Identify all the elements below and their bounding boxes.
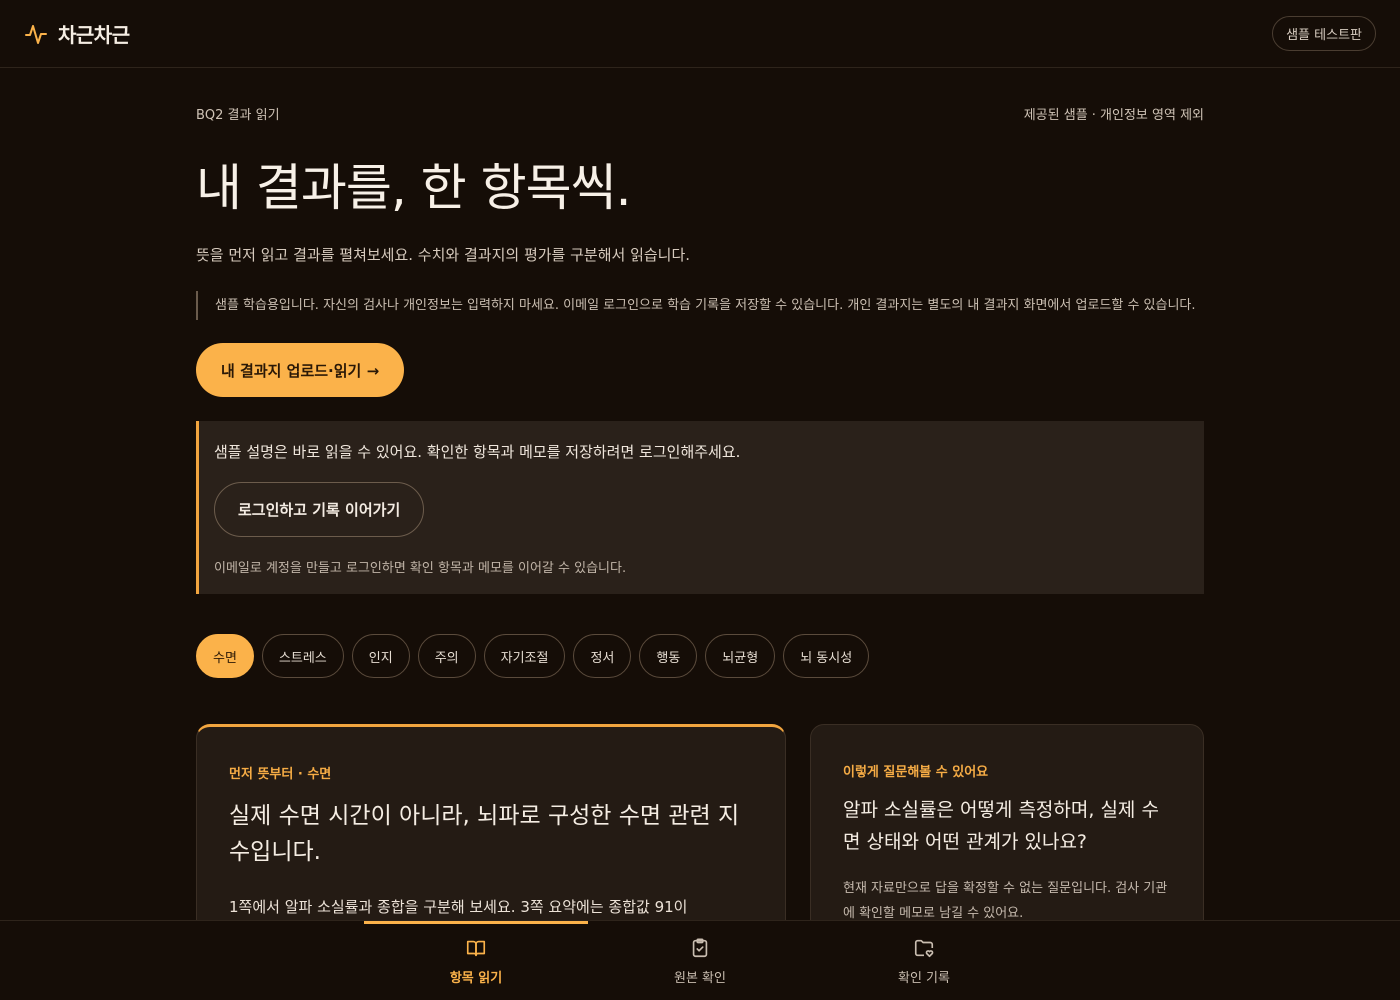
tab-self-regulation[interactable]: 자기조절 bbox=[483, 634, 566, 678]
nav-item-source[interactable]: 원본 확인 bbox=[588, 921, 812, 1000]
meta-note: 제공된 샘플 · 개인정보 영역 제외 bbox=[1023, 108, 1204, 123]
login-button[interactable]: 로그인하고 기록 이어가기 bbox=[214, 482, 425, 537]
item-card-body: 1쪽에서 알파 소실률과 종합을 구분해 보세요. 3쪽 요약에는 종합값 91… bbox=[229, 898, 688, 916]
tab-sleep[interactable]: 수면 bbox=[196, 634, 254, 678]
question-card-eyebrow: 이렇게 질문해볼 수 있어요 bbox=[843, 765, 989, 780]
tab-brain-synchrony[interactable]: 뇌 동시성 bbox=[783, 634, 870, 678]
clipboard-check-icon bbox=[689, 937, 711, 959]
tab-stress[interactable]: 스트레스 bbox=[261, 634, 344, 678]
meta-row: BQ2 결과 읽기 제공된 샘플 · 개인정보 영역 제외 bbox=[196, 104, 1204, 123]
item-card-title: 실제 수면 시간이 아니라, 뇌파로 구성한 수면 관련 지수입니다. bbox=[229, 803, 740, 865]
folder-heart-icon bbox=[913, 937, 935, 959]
login-callout: 샘플 설명은 바로 읽을 수 있어요. 확인한 항목과 메모를 저장하려면 로그… bbox=[196, 421, 1204, 594]
nav-item-label: 항목 읽기 bbox=[449, 970, 503, 986]
tab-attention[interactable]: 주의 bbox=[417, 634, 476, 678]
brand[interactable]: 차근차근 bbox=[24, 19, 130, 48]
tab-behavior[interactable]: 행동 bbox=[639, 634, 698, 678]
bottom-nav: 항목 읽기 원본 확인 확인 기록 bbox=[0, 920, 1400, 1000]
brand-name: 차근차근 bbox=[58, 23, 130, 47]
tab-brain-balance[interactable]: 뇌균형 bbox=[705, 634, 776, 678]
page-subtitle: 뜻을 먼저 읽고 결과를 펼쳐보세요. 수치와 결과지의 평가를 구분해서 읽습… bbox=[196, 246, 691, 264]
tab-emotion[interactable]: 정서 bbox=[573, 634, 632, 678]
question-card-title: 알파 소실률은 어떻게 측정하며, 실제 수면 상태와 어떤 관계가 있나요? bbox=[843, 799, 1159, 853]
breadcrumb: BQ2 결과 읽기 bbox=[196, 108, 280, 123]
login-note: 이메일로 계정을 만들고 로그인하면 확인 항목과 메모를 이어갈 수 있습니다… bbox=[214, 561, 627, 576]
upload-result-button[interactable]: 내 결과지 업로드·읽기 → bbox=[196, 343, 405, 397]
book-icon bbox=[465, 937, 487, 959]
nav-item-history[interactable]: 확인 기록 bbox=[812, 921, 1036, 1000]
page-title: 내 결과를, 한 항목씩. bbox=[196, 159, 631, 217]
tab-cognition[interactable]: 인지 bbox=[351, 634, 410, 678]
pulse-icon bbox=[24, 22, 48, 46]
nav-item-label: 확인 기록 bbox=[898, 970, 950, 986]
top-bar: 차근차근 샘플 테스트판 bbox=[0, 0, 1400, 68]
privacy-notice: 샘플 학습용입니다. 자신의 검사나 개인정보는 입력하지 마세요. 이메일 로… bbox=[196, 291, 1204, 320]
login-callout-text: 샘플 설명은 바로 읽을 수 있어요. 확인한 항목과 메모를 저장하려면 로그… bbox=[214, 443, 741, 461]
main-content: BQ2 결과 읽기 제공된 샘플 · 개인정보 영역 제외 내 결과를, 한 항… bbox=[196, 68, 1204, 964]
question-card-body: 현재 자료만으로 답을 확정할 수 없는 질문입니다. 검사 기관에 확인할 메… bbox=[843, 881, 1168, 921]
nav-item-label: 원본 확인 bbox=[674, 970, 726, 986]
item-card-eyebrow: 먼저 뜻부터 · 수면 bbox=[229, 767, 332, 782]
sample-badge: 샘플 테스트판 bbox=[1272, 16, 1376, 51]
category-tabs: 수면 스트레스 인지 주의 자기조절 정서 행동 뇌균형 뇌 동시성 bbox=[196, 634, 1204, 678]
nav-item-read[interactable]: 항목 읽기 bbox=[364, 921, 588, 1000]
